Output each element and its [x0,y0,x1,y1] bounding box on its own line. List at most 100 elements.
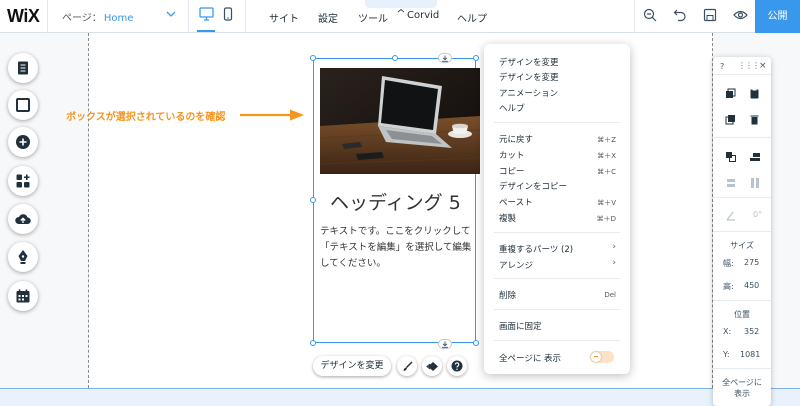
align-icon[interactable] [749,151,761,163]
paste-icon[interactable] [749,88,760,99]
paint-brush-icon [403,360,413,371]
chevron-right-icon: › [612,242,616,252]
menu-item-undo[interactable]: 元に戻す [499,133,533,145]
resize-handle-left[interactable] [310,197,316,203]
help-question-icon[interactable]: ? [720,62,724,71]
context-menu: デザインを変更 デザインを変更 アニメーション ヘルプ 元に戻す ⌘＋Z カット… [484,44,630,374]
menu-item-animation[interactable]: アニメーション [499,87,558,99]
animation-icon [425,361,438,371]
rotation-value[interactable]: 0° [753,210,762,219]
shortcut-copy: ⌘＋C [597,168,616,176]
edit-design-button[interactable] [397,356,417,376]
help-button[interactable] [447,356,467,376]
divider [47,0,48,33]
position-label: 位置 [734,310,750,319]
menu-site[interactable]: サイト [269,10,299,25]
copy-icon[interactable] [725,88,736,99]
wix-logo[interactable]: WiX [7,6,40,27]
chevron-down-icon[interactable] [166,9,176,19]
menu-divider [494,309,620,310]
shortcut-paste: ⌘＋V [597,199,616,207]
shortcut-undo: ⌘＋Z [597,136,616,144]
drag-grip-icon[interactable]: ⋮⋮⋮ [738,61,760,70]
menu-item-change-design[interactable]: デザインを変更 [499,56,559,68]
menu-item-show-on-all-pages[interactable]: 全ページに 表示 [499,352,561,364]
menu-item-pin-to-screen[interactable]: 画面に固定 [499,320,542,332]
menu-divider [494,340,620,341]
distribute-horizontal-icon[interactable] [749,177,761,189]
collapse-menu-tab[interactable] [365,0,437,13]
menu-tools[interactable]: ツール [358,10,388,25]
mobile-icon[interactable] [223,7,233,21]
bookings-button[interactable] [8,281,38,311]
x-input[interactable]: 352 [744,327,759,336]
menu-item-paste[interactable]: ペースト [499,196,533,208]
menu-item-overlapping-parts[interactable]: 重複するパーツ (2) [499,243,573,255]
app-market-button[interactable] [8,166,38,196]
stretch-handle-top[interactable] [438,53,452,63]
menu-item-help[interactable]: ヘルプ [499,102,525,114]
page-selector[interactable]: ページ： Home [62,9,133,24]
duplicate-icon[interactable] [725,114,736,125]
footer-strip[interactable] [0,388,800,406]
zoom-out-icon[interactable] [643,8,657,22]
upload-button[interactable] [8,204,38,234]
annotation-arrow-icon [240,109,304,121]
menu-divider [494,278,620,279]
resize-handle-top[interactable] [392,55,398,61]
show-all-pages-toggle[interactable] [590,351,614,363]
panel-divider [713,137,771,138]
menu-item-arrange[interactable]: アレンジ [499,259,533,271]
menu-corvid[interactable]: Corvid [407,10,439,21]
add-button[interactable] [8,127,38,157]
menu-help[interactable]: ヘルプ [457,10,487,25]
desktop-icon[interactable] [199,7,214,21]
resize-handle-top-right[interactable] [473,55,479,61]
background-icon [16,98,30,112]
publish-button[interactable]: 公開 [755,0,800,33]
page-selector-value: Home [103,13,134,24]
shortcut-duplicate: ⌘＋D [596,215,616,223]
resize-handle-top-left[interactable] [310,55,316,61]
resize-handle-bottom-left[interactable] [310,340,316,346]
bring-forward-icon[interactable] [725,151,737,163]
blog-button[interactable] [8,242,38,272]
animation-button[interactable] [422,356,442,376]
width-input[interactable]: 275 [744,258,759,267]
chevron-right-icon: › [612,258,616,268]
change-design-button[interactable]: デザインを変更 [313,356,391,376]
pages-button[interactable] [8,53,38,83]
background-button[interactable] [8,90,38,120]
box-body-text[interactable]: テキストです。ここをクリックして「テキストを編集」を選択して編集してください。 [320,224,480,272]
left-grid-guide [88,33,89,388]
undo-icon[interactable] [673,8,687,22]
menu-item-copy[interactable]: コピー [499,165,525,177]
laptop-photo[interactable] [320,68,480,174]
menu-item-cut[interactable]: カット [499,149,525,161]
preview-eye-icon[interactable] [733,8,748,22]
show-all-pages-label-2: 表示 [734,389,750,398]
desktop-selected-indicator [197,30,215,32]
y-input[interactable]: 1081 [740,350,760,359]
close-icon[interactable]: × [759,61,767,71]
height-input[interactable]: 450 [744,281,759,290]
rotate-angle-icon[interactable] [725,210,737,221]
menu-settings[interactable]: 設定 [318,10,338,25]
toggle-dash [594,356,598,357]
x-label: X: [723,327,732,336]
menu-item-copy-design[interactable]: デザインをコピー [499,180,567,192]
divider [188,0,189,33]
width-label: 幅: [723,259,734,268]
resize-handle-bottom-right[interactable] [473,340,479,346]
panel-divider [713,368,771,369]
menu-item-delete[interactable]: 削除 [499,289,516,301]
panel-divider [713,74,771,75]
box-heading[interactable]: ヘッディング 5 [330,188,461,215]
trash-icon[interactable] [749,114,760,125]
distribute-vertical-icon[interactable] [725,177,737,189]
stretch-handle-bottom[interactable] [438,339,452,349]
menu-item-change-design-2[interactable]: デザインを変更 [499,71,559,83]
menu-item-duplicate[interactable]: 複製 [499,212,516,224]
save-icon[interactable] [703,8,717,22]
upload-icon [15,214,31,224]
